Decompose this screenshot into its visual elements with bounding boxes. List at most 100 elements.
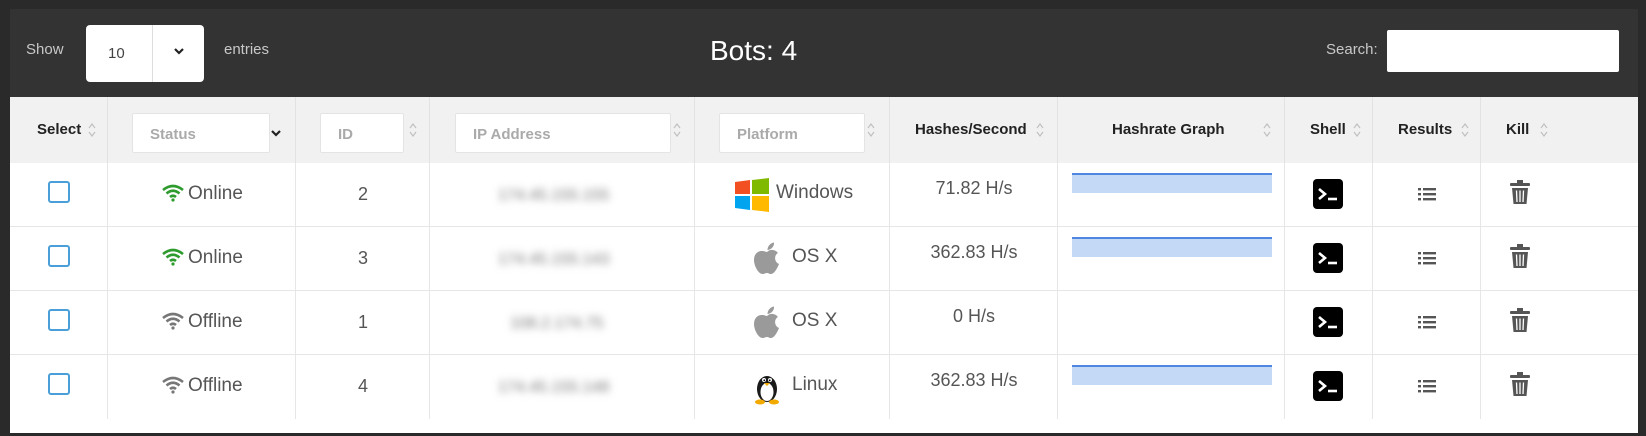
column-header-status: Status: [108, 97, 296, 163]
table-row: Online 2 174.45.155.155 Windows 71.82 H/…: [10, 163, 1638, 227]
column-header-ip: IP Address: [430, 97, 695, 163]
id-cell: 1: [296, 291, 430, 355]
id-text: 4: [357, 376, 368, 396]
ip-cell: 174.45.155.143: [430, 227, 695, 291]
row-checkbox[interactable]: [48, 373, 70, 395]
graph-cell: [1058, 355, 1285, 419]
ip-address-text: 174.45.155.155: [498, 187, 610, 204]
status-cell: Offline: [108, 355, 296, 419]
wifi-offline-icon: [162, 376, 184, 394]
status-cell: Online: [108, 163, 296, 227]
platform-text: Windows: [776, 182, 854, 203]
entries-per-page-select[interactable]: 10: [86, 25, 204, 82]
ip-filter-input[interactable]: IP Address: [455, 113, 671, 153]
trash-icon[interactable]: [1509, 179, 1531, 205]
list-icon[interactable]: [1417, 314, 1437, 330]
graph-cell: [1058, 163, 1285, 227]
terminal-icon: [1318, 380, 1337, 393]
list-icon[interactable]: [1417, 378, 1437, 394]
platform-filter-input[interactable]: Platform: [719, 113, 865, 153]
shell-button[interactable]: [1313, 179, 1343, 209]
ip-cell: 108.2.174.75: [430, 291, 695, 355]
hashrate-sparkline: [1072, 173, 1272, 193]
status-filter-select[interactable]: Status: [132, 113, 281, 153]
hashes-cell: 362.83 H/s: [890, 355, 1058, 419]
column-header-graph[interactable]: Hashrate Graph: [1058, 97, 1285, 163]
status-text: Online: [188, 247, 243, 268]
column-header-hashes[interactable]: Hashes/Second: [890, 97, 1058, 163]
sort-icon[interactable]: [867, 122, 875, 138]
results-cell: [1373, 291, 1481, 355]
hashrate-sparkline: [1072, 365, 1272, 385]
wifi-online-icon: [162, 184, 184, 202]
sort-icon: [1540, 123, 1548, 137]
terminal-icon: [1318, 316, 1337, 329]
hashes-cell: 0 H/s: [890, 291, 1058, 355]
column-header-results[interactable]: Results: [1373, 97, 1481, 163]
id-cell: 3: [296, 227, 430, 291]
shell-button[interactable]: [1313, 371, 1343, 401]
row-checkbox[interactable]: [48, 309, 70, 331]
chevron-down-icon: [174, 48, 184, 55]
apple-icon: [754, 242, 779, 274]
apple-icon: [754, 306, 779, 338]
column-label-kill: Kill: [1506, 121, 1530, 138]
shell-button[interactable]: [1313, 307, 1343, 337]
id-filter-placeholder: ID: [338, 126, 353, 143]
shell-cell: [1285, 163, 1373, 227]
id-text: 2: [357, 184, 368, 204]
column-header-kill[interactable]: Kill: [1481, 97, 1638, 163]
status-cell: Offline: [108, 291, 296, 355]
column-header-shell[interactable]: Shell: [1285, 97, 1373, 163]
hashes-cell: 362.83 H/s: [890, 227, 1058, 291]
table-row: Offline 4 174.45.155.148 Linux 362.83 H/…: [10, 355, 1638, 419]
kill-cell: [1481, 355, 1638, 419]
results-cell: [1373, 355, 1481, 419]
hashes-cell: 71.82 H/s: [890, 163, 1058, 227]
row-checkbox[interactable]: [48, 181, 70, 203]
platform-cell: Linux: [695, 355, 890, 419]
id-filter-input[interactable]: ID: [320, 113, 404, 153]
results-cell: [1373, 227, 1481, 291]
column-label-results: Results: [1398, 121, 1453, 138]
page-title: Bots: 4: [710, 35, 798, 66]
results-cell: [1373, 163, 1481, 227]
bots-panel: Show 10 entries Bots: 4 Search: Select S…: [10, 9, 1638, 433]
shell-cell: [1285, 355, 1373, 419]
chevron-down-icon: [271, 130, 281, 137]
select-divider: [152, 25, 153, 82]
sort-icon[interactable]: [673, 122, 681, 138]
entries-value: 10: [108, 45, 125, 62]
id-text: 1: [357, 312, 368, 332]
sort-icon[interactable]: [409, 122, 417, 138]
status-text: Online: [188, 183, 243, 204]
hashrate-text: 71.82 H/s: [935, 178, 1013, 198]
shell-button[interactable]: [1313, 243, 1343, 273]
ip-cell: 174.45.155.155: [430, 163, 695, 227]
search-input[interactable]: [1387, 30, 1619, 72]
windows-icon: [735, 178, 769, 212]
id-text: 3: [357, 248, 368, 268]
platform-text: OS X: [792, 310, 838, 331]
id-cell: 4: [296, 355, 430, 419]
trash-icon[interactable]: [1509, 371, 1531, 397]
graph-cell: [1058, 291, 1285, 355]
column-label-shell: Shell: [1310, 121, 1346, 138]
row-checkbox[interactable]: [48, 245, 70, 267]
ip-address-text: 174.45.155.148: [498, 379, 610, 396]
ip-address-text: 108.2.174.75: [510, 315, 604, 332]
shell-cell: [1285, 227, 1373, 291]
list-icon[interactable]: [1417, 250, 1437, 266]
trash-icon[interactable]: [1509, 243, 1531, 269]
table-toolbar: Show 10 entries Bots: 4 Search:: [10, 9, 1638, 97]
list-icon[interactable]: [1417, 186, 1437, 202]
kill-cell: [1481, 163, 1638, 227]
column-header-select[interactable]: Select: [10, 97, 108, 163]
id-cell: 2: [296, 163, 430, 227]
status-text: Offline: [188, 311, 243, 332]
trash-icon[interactable]: [1509, 307, 1531, 333]
ip-address-text: 174.45.155.143: [498, 251, 610, 268]
select-cell: [10, 163, 108, 227]
sort-icon: [1036, 123, 1044, 137]
graph-cell: [1058, 227, 1285, 291]
